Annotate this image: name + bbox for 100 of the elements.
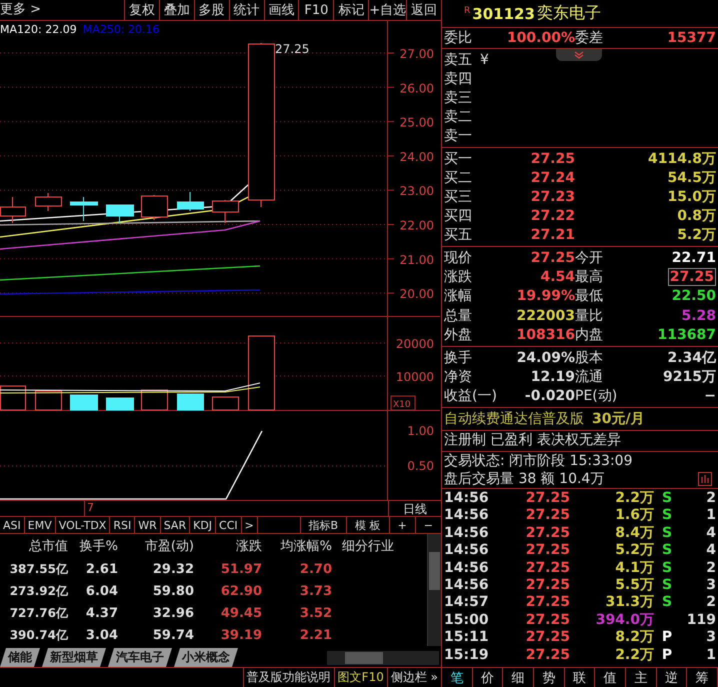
trade-price: 27.25 bbox=[524, 542, 570, 558]
trade-price: 27.25 bbox=[524, 612, 570, 628]
fundamental-value: 2.34亿 bbox=[666, 348, 716, 367]
quote-value: 5.28 bbox=[680, 308, 716, 324]
ratio-value: 15377 bbox=[666, 30, 716, 46]
table-cell-text: 727.76亿 bbox=[8, 604, 68, 622]
trade-side: P bbox=[660, 629, 674, 646]
fundamental-value: − bbox=[703, 388, 716, 404]
sector-tab[interactable]: 储能 bbox=[0, 648, 40, 667]
status-bar-link[interactable]: 侧边栏 » bbox=[386, 668, 441, 687]
trade-time: 14:56 bbox=[444, 542, 490, 558]
fundamental-label: 流通 bbox=[575, 368, 604, 386]
trade-count: 3 bbox=[705, 629, 716, 646]
trading-status: 交易状态: 闭市阶段 15:33:09 bbox=[444, 452, 634, 470]
date-axis-label: 7 bbox=[84, 501, 94, 516]
indicator-tab[interactable]: VOL-TDX bbox=[56, 517, 110, 533]
candle bbox=[212, 200, 239, 224]
fundamental-label: 股本 bbox=[575, 348, 604, 367]
trade-count: 2 bbox=[705, 560, 716, 576]
trade-time: 14:57 bbox=[444, 594, 490, 610]
order-level-label: 卖五 bbox=[444, 51, 473, 70]
trade-volume: 31.3万 bbox=[604, 593, 654, 612]
column-header[interactable]: 涨跌 bbox=[194, 537, 262, 555]
fundamental-label: 净资 bbox=[444, 368, 473, 386]
trade-price: 27.25 bbox=[524, 560, 570, 576]
collapse-button[interactable] bbox=[556, 49, 602, 61]
trade-side: S bbox=[660, 490, 674, 506]
bid-volume: 15.0万 bbox=[666, 188, 716, 206]
bid-price: 27.25 bbox=[530, 151, 575, 168]
table-cell-text: 6.04 bbox=[84, 584, 118, 598]
sector-tab[interactable]: 小米概念 bbox=[174, 648, 238, 667]
fundamental-label: PE(动) bbox=[575, 387, 618, 406]
status-bar-link[interactable]: 图文F10 bbox=[334, 668, 387, 687]
vertical-scrollbar[interactable] bbox=[427, 534, 441, 646]
quote-label: 今开 bbox=[575, 248, 604, 267]
toolbar-button[interactable]: +自选 bbox=[368, 0, 406, 20]
quote-value: 27.25 bbox=[668, 268, 716, 286]
fundamental-value: 24.09% bbox=[516, 350, 575, 366]
volume-axis-label: 20000 bbox=[396, 337, 434, 351]
order-level-label: 卖四 bbox=[444, 70, 473, 88]
trade-time: 15:00 bbox=[444, 612, 490, 628]
period-label[interactable]: 日线 bbox=[388, 501, 441, 516]
trade-price: 27.25 bbox=[524, 629, 570, 646]
sector-tab[interactable]: 新型烟草 bbox=[42, 648, 106, 667]
sector-tab[interactable]: 汽车电子 bbox=[108, 648, 172, 667]
promo-text[interactable]: 自动续费通达信普及版 bbox=[444, 410, 584, 428]
table-cell-text: 59.80 bbox=[152, 584, 194, 598]
volume-bar bbox=[212, 396, 239, 410]
table-cell-text: 49.45 bbox=[220, 606, 262, 620]
trade-count: 119 bbox=[686, 612, 716, 628]
candle bbox=[70, 196, 98, 222]
column-header[interactable]: 市盈(动) bbox=[118, 537, 194, 555]
order-level-label: 买二 bbox=[444, 169, 473, 188]
trade-time: 14:56 bbox=[444, 577, 490, 594]
fundamental-label: 换手 bbox=[444, 348, 473, 367]
stock-name: 奕东电子 bbox=[536, 3, 601, 24]
price-axis-label: 20.00 bbox=[400, 287, 434, 302]
order-level-label: 买三 bbox=[444, 188, 473, 206]
ratio-value: 100.00% bbox=[506, 30, 575, 46]
more-link[interactable]: 更多 > bbox=[0, 0, 124, 20]
quote-label: 最低 bbox=[575, 287, 604, 306]
table-cell-text: 59.74 bbox=[152, 628, 194, 642]
bar-chart-icon[interactable] bbox=[698, 472, 712, 486]
table-cell-text: 2.21 bbox=[298, 628, 332, 642]
trade-price: 27.25 bbox=[524, 490, 570, 506]
column-header[interactable]: 换手% bbox=[68, 537, 118, 555]
status-bar-link[interactable]: 普及版功能说明 bbox=[242, 668, 334, 687]
quote-label: 量比 bbox=[575, 306, 604, 325]
horizontal-scrollbar[interactable] bbox=[327, 650, 439, 664]
quote-value: 19.99% bbox=[516, 288, 575, 304]
price-axis-label: 27.00 bbox=[400, 47, 434, 61]
promo-price[interactable]: 30元/月 bbox=[592, 410, 645, 428]
trade-time: 15:19 bbox=[444, 646, 490, 663]
column-header[interactable]: 总市值 bbox=[0, 537, 68, 555]
trade-volume: 1.6万 bbox=[614, 506, 654, 524]
trade-side: S bbox=[660, 507, 674, 524]
trade-count: 1 bbox=[705, 646, 716, 663]
ma-legend: MA120: 22.09 bbox=[0, 23, 77, 36]
trade-volume: 8.4万 bbox=[614, 524, 654, 542]
trade-volume: 5.5万 bbox=[614, 576, 654, 594]
bid-price: 27.21 bbox=[530, 226, 575, 243]
trade-time: 14:56 bbox=[444, 560, 490, 576]
fundamental-value: 12.19 bbox=[530, 369, 575, 385]
quote-label: 现价 bbox=[444, 248, 473, 267]
quote-value: 27.25 bbox=[530, 250, 575, 266]
table-cell-text: 62.90 bbox=[220, 584, 262, 598]
order-level-label: 卖一 bbox=[444, 126, 473, 145]
price-axis-label: 26.00 bbox=[400, 81, 434, 96]
table-cell-text: 3.73 bbox=[298, 584, 332, 598]
price-axis-label: 24.00 bbox=[400, 150, 434, 164]
order-level-label: 买五 bbox=[444, 226, 473, 244]
trade-time: 14:56 bbox=[444, 524, 490, 541]
column-header[interactable]: 细分行业 bbox=[332, 537, 427, 555]
fundamental-label: 收益(一) bbox=[444, 387, 498, 406]
price-axis-label: 22.00 bbox=[400, 218, 434, 232]
quote-label: 外盘 bbox=[444, 326, 473, 344]
candle bbox=[35, 192, 62, 212]
indicator-tab[interactable]: ASI bbox=[0, 517, 25, 533]
rating-label: R bbox=[464, 6, 470, 16]
column-header[interactable]: 均涨幅% bbox=[262, 537, 332, 555]
